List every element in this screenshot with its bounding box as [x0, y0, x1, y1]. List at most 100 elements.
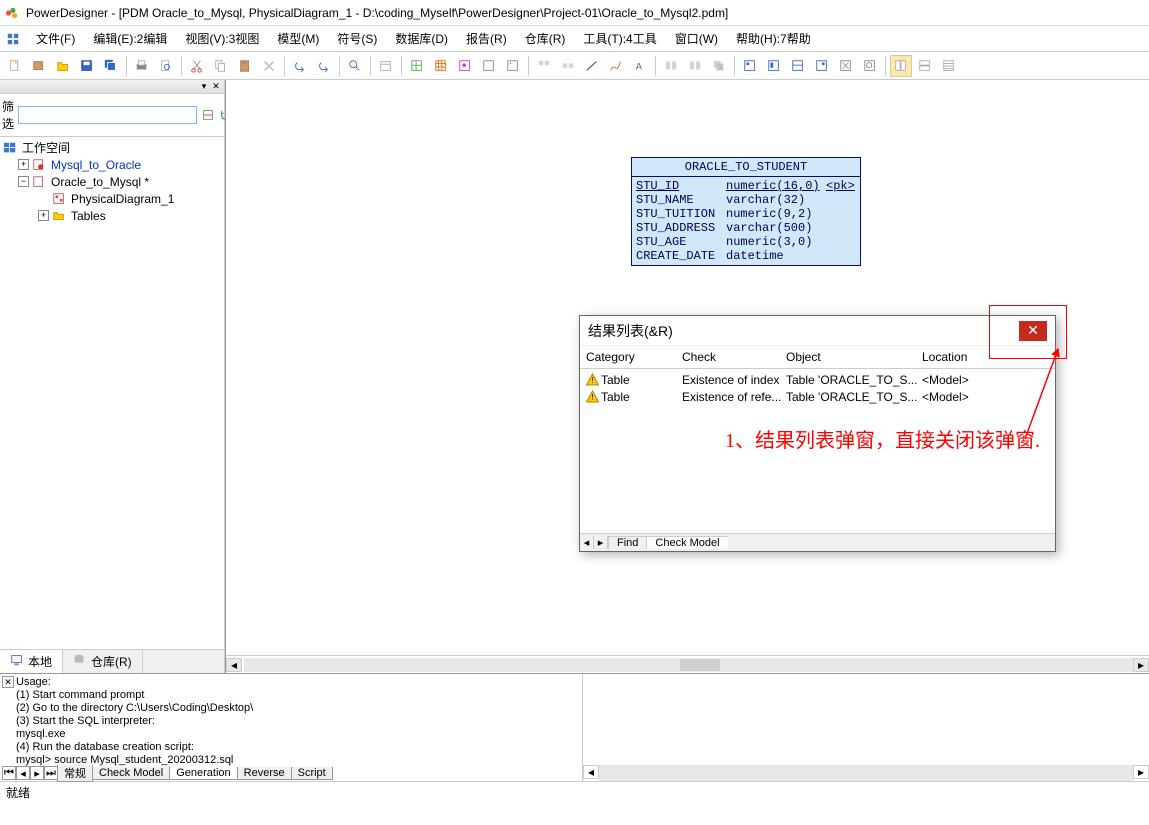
menu-window[interactable]: 窗口(W)	[667, 28, 726, 49]
tb-undo-icon[interactable]	[289, 55, 311, 77]
tb-ungroup-icon[interactable]	[684, 55, 706, 77]
sidebar-tab-label: 仓库(R)	[91, 653, 132, 670]
table-row[interactable]: ! Table Existence of index Table 'ORACLE…	[586, 371, 1049, 388]
scroll-left-icon[interactable]: ◂	[226, 658, 242, 672]
tb-cut-icon[interactable]	[186, 55, 208, 77]
header-check[interactable]: Check	[682, 350, 786, 364]
header-category[interactable]: Category	[586, 350, 682, 364]
tb-grid1-icon[interactable]	[406, 55, 428, 77]
tree-node-oracle-to-mysql[interactable]: − Oracle_to_Mysql *	[2, 173, 222, 190]
app-title: PowerDesigner - [PDM Oracle_to_Mysql, Ph…	[26, 6, 728, 20]
filter-input[interactable]	[18, 106, 197, 124]
tb-align2-icon[interactable]	[557, 55, 579, 77]
scroll-left-icon[interactable]: ◂	[583, 765, 599, 779]
expand-icon[interactable]: +	[38, 210, 49, 221]
menu-report[interactable]: 报告(R)	[458, 28, 515, 49]
sidebar-tab-repo[interactable]: 仓库(R)	[63, 650, 143, 673]
tb-tool2-icon[interactable]	[763, 55, 785, 77]
output-tab-checkmodel[interactable]: Check Model	[92, 767, 170, 780]
scroll-right-icon[interactable]: ▸	[1133, 765, 1149, 779]
tb-print-icon[interactable]	[131, 55, 153, 77]
menu-database[interactable]: 数据库(D)	[387, 28, 456, 49]
sidebar-dock-icon[interactable]: ▾	[198, 81, 210, 93]
tb-tool3-icon[interactable]	[787, 55, 809, 77]
scroll-track[interactable]	[599, 765, 1133, 781]
output-close-icon[interactable]: ✕	[2, 676, 14, 688]
nav-first-icon[interactable]: ⏮	[2, 766, 16, 780]
tb-tool5-icon[interactable]	[835, 55, 857, 77]
menu-help[interactable]: 帮助(H):7帮助	[728, 28, 819, 49]
tb-paste-icon[interactable]	[234, 55, 256, 77]
dialog-table-header: Category Check Object Location	[580, 350, 1055, 369]
tb-tool4-icon[interactable]	[811, 55, 833, 77]
tb-redo-icon[interactable]	[313, 55, 335, 77]
dialog-tab-checkmodel[interactable]: Check Model	[646, 536, 727, 549]
output-tab-script[interactable]: Script	[291, 767, 333, 780]
nav-last-icon[interactable]: ⏭	[44, 766, 58, 780]
tb-view3-icon[interactable]	[938, 55, 960, 77]
sidebar-close-icon[interactable]: ✕	[210, 81, 222, 93]
menu-view[interactable]: 视图(V):3视图	[177, 28, 267, 49]
tb-curve-icon[interactable]	[605, 55, 627, 77]
tree-node-tables[interactable]: + Tables	[2, 207, 222, 224]
filter-toggle-icon[interactable]	[201, 107, 215, 123]
tb-copy-icon[interactable]	[210, 55, 232, 77]
collapse-icon[interactable]: −	[18, 176, 29, 187]
tb-grid2-icon[interactable]	[430, 55, 452, 77]
nav-next-icon[interactable]: ▸	[594, 536, 608, 549]
tb-open-icon[interactable]	[52, 55, 74, 77]
table-row[interactable]: ! Table Existence of refe... Table 'ORAC…	[586, 388, 1049, 405]
tree-node-mysql-to-oracle[interactable]: + Mysql_to_Oracle	[2, 156, 222, 173]
cell-check: Existence of index	[682, 373, 786, 387]
toolbar-sep	[528, 56, 529, 76]
canvas-h-scrollbar[interactable]: ◂ ▸	[226, 655, 1149, 673]
tb-grid3-icon[interactable]	[454, 55, 476, 77]
scroll-right-icon[interactable]: ▸	[1133, 658, 1149, 672]
menu-repo[interactable]: 仓库(R)	[517, 28, 574, 49]
nav-prev-icon[interactable]: ◂	[580, 536, 594, 549]
tb-new-project-icon[interactable]	[28, 55, 50, 77]
tb-align1-icon[interactable]	[533, 55, 555, 77]
nav-next-icon[interactable]: ▸	[30, 766, 44, 780]
entity-row: STU_NAME varchar(32)	[636, 193, 856, 207]
tb-find-icon[interactable]	[344, 55, 366, 77]
tb-saveall-icon[interactable]	[100, 55, 122, 77]
dialog-titlebar[interactable]: 结果列表(&R) ✕	[580, 316, 1055, 346]
tb-group-icon[interactable]	[660, 55, 682, 77]
tb-view2-icon[interactable]	[914, 55, 936, 77]
tb-tool1-icon[interactable]	[739, 55, 761, 77]
entity-table[interactable]: ORACLE_TO_STUDENT STU_ID numeric(16,0) <…	[631, 157, 861, 266]
menu-edit[interactable]: 编辑(E):2编辑	[85, 28, 175, 49]
canvas[interactable]: ORACLE_TO_STUDENT STU_ID numeric(16,0) <…	[225, 80, 1149, 673]
tb-prop-icon[interactable]	[375, 55, 397, 77]
sidebar-tab-local[interactable]: 本地	[0, 650, 63, 673]
tb-grid4-icon[interactable]	[478, 55, 500, 77]
tb-text-icon[interactable]: A	[629, 55, 651, 77]
tb-view1-icon[interactable]	[890, 55, 912, 77]
scroll-thumb[interactable]	[680, 659, 720, 671]
menu-model[interactable]: 模型(M)	[269, 28, 327, 49]
tb-tool6-icon[interactable]	[859, 55, 881, 77]
menu-symbol[interactable]: 符号(S)	[329, 28, 385, 49]
tree-node-diagram[interactable]: PhysicalDiagram_1	[2, 190, 222, 207]
menu-file[interactable]: 文件(F)	[28, 28, 83, 49]
header-object[interactable]: Object	[786, 350, 922, 364]
tree-root[interactable]: 工作空间	[2, 139, 222, 156]
tb-delete-icon[interactable]	[258, 55, 280, 77]
scroll-track[interactable]	[244, 658, 1133, 672]
col-type: numeric(16,0)	[726, 179, 826, 193]
tb-save-icon[interactable]	[76, 55, 98, 77]
expand-icon[interactable]: +	[18, 159, 29, 170]
output-tab-general[interactable]: 常规	[57, 765, 93, 782]
output-tab-reverse[interactable]: Reverse	[237, 767, 292, 780]
svg-text:!: !	[591, 393, 593, 402]
tb-line-icon[interactable]	[581, 55, 603, 77]
output-tab-generation[interactable]: Generation	[169, 767, 237, 780]
menu-tool[interactable]: 工具(T):4工具	[575, 28, 664, 49]
tb-preview-icon[interactable]	[155, 55, 177, 77]
tb-new-icon[interactable]	[4, 55, 26, 77]
dialog-tab-find[interactable]: Find	[608, 536, 646, 549]
nav-prev-icon[interactable]: ◂	[16, 766, 30, 780]
tb-front-icon[interactable]	[708, 55, 730, 77]
tb-grid5-icon[interactable]	[502, 55, 524, 77]
